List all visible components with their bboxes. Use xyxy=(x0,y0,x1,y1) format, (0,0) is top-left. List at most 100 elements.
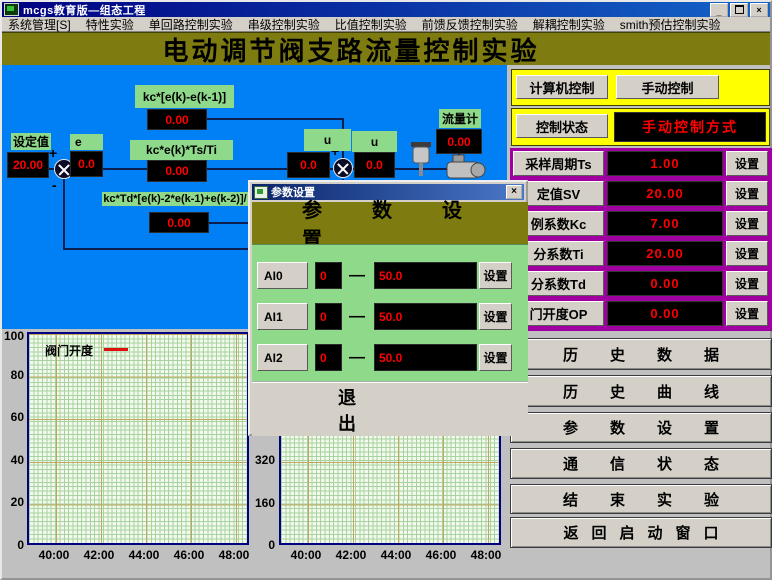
line-feedback-v xyxy=(63,179,65,249)
chart2-xtick-5: 48:00 xyxy=(466,548,506,562)
param-set-ti-button[interactable]: 设置 xyxy=(726,241,768,266)
i-term-value: 0.00 xyxy=(147,160,207,182)
ai0-low-field[interactable]: 0 xyxy=(315,262,342,289)
u1-label: u xyxy=(304,129,351,151)
close-button[interactable]: × xyxy=(750,3,768,17)
d-term-label: kc*Td*[e(k)-2*e(k-1)+e(k-2)]/ xyxy=(102,192,248,206)
chart1-ytick-20: 20 xyxy=(3,495,24,509)
u2-value: 0.0 xyxy=(354,152,395,178)
restore-icon xyxy=(735,5,744,14)
u2-label: u xyxy=(352,131,397,152)
i-term-label: kc*e(k)*Ts/Ti xyxy=(130,140,233,160)
error-label: e xyxy=(70,134,103,150)
chart1-legend-line-icon xyxy=(104,348,128,351)
param-value-ti: 20.00 xyxy=(607,241,723,266)
end-experiment-button[interactable]: 结束实验 xyxy=(510,484,772,514)
mcgs-window: mcgs教育版—组态工程 _ × 系统管理[S] 特性实验 单回路控制实验 串级… xyxy=(0,0,772,580)
menu-item-system[interactable]: 系统管理[S] xyxy=(8,16,71,33)
manual-control-button[interactable]: 手动控制 xyxy=(616,75,719,99)
param-value-ts: 1.00 xyxy=(607,151,723,176)
param-set-ts-button[interactable]: 设置 xyxy=(726,151,768,176)
comm-status-label: 通信状态 xyxy=(531,453,751,474)
ai1-set-button[interactable]: 设置 xyxy=(479,303,512,330)
chart1-ytick-0: 0 xyxy=(3,538,24,552)
ai1-range-dash: — xyxy=(346,303,368,330)
control-status-value: 手动控制方式 xyxy=(614,112,766,142)
history-data-label: 历史数据 xyxy=(531,344,751,365)
menu-item-smith[interactable]: smith预估控制实验 xyxy=(620,16,721,33)
flowmeter-value: 0.00 xyxy=(436,129,482,154)
chart2-ytick-320: 320 xyxy=(250,453,275,467)
line-feedback-h xyxy=(63,248,253,250)
dialog-exit-label: 退出 xyxy=(252,384,528,436)
page-title-banner: 电动调节阀支路流量控制实验 xyxy=(2,32,770,65)
param-set-kc-button[interactable]: 设置 xyxy=(726,211,768,236)
chart1-xtick-2: 42:00 xyxy=(79,548,119,562)
chart2-ytick-0: 0 xyxy=(250,538,275,552)
ai1-low-field[interactable]: 0 xyxy=(315,303,342,330)
ai2-low-field[interactable]: 0 xyxy=(315,344,342,371)
param-value-td: 0.00 xyxy=(607,271,723,296)
chart1-legend-label: 阀门开度 xyxy=(45,342,93,359)
history-curve-button[interactable]: 历史曲线 xyxy=(510,375,772,407)
chart2-xtick-2: 42:00 xyxy=(331,548,371,562)
setpoint-value: 20.00 xyxy=(7,152,49,178)
comm-status-button[interactable]: 通信状态 xyxy=(510,448,772,479)
valve-icon xyxy=(406,142,436,182)
d-term-value: 0.00 xyxy=(149,212,209,233)
computer-control-button[interactable]: 计算机控制 xyxy=(516,75,608,99)
end-experiment-label: 结束实验 xyxy=(531,489,751,510)
pump-icon xyxy=(446,154,486,182)
param-set-td-button[interactable]: 设置 xyxy=(726,271,768,296)
ai0-range-dash: — xyxy=(346,262,368,289)
p-term-value: 0.00 xyxy=(147,109,207,130)
param-value-op: 0.00 xyxy=(607,301,723,326)
param-setting-label: 参数设置 xyxy=(531,417,751,438)
restore-button[interactable] xyxy=(730,3,748,17)
chart2-xtick-3: 44:00 xyxy=(376,548,416,562)
return-start-window-button[interactable]: 返回启动窗口 xyxy=(510,517,772,548)
chart1-xtick-1: 40:00 xyxy=(34,548,74,562)
param-setting-button[interactable]: 参数设置 xyxy=(510,412,772,443)
history-data-button[interactable]: 历史数据 xyxy=(510,338,772,370)
ai1-high-field[interactable]: 50.0 xyxy=(374,303,477,330)
p-term-label: kc*[e(k)-e(k-1)] xyxy=(135,85,234,108)
menu-item-characteristic[interactable]: 特性实验 xyxy=(86,16,134,33)
chart1-xtick-4: 46:00 xyxy=(169,548,209,562)
mcgs-logo-icon xyxy=(4,3,19,16)
chart2-ytick-160: 160 xyxy=(250,496,275,510)
error-value: 0.0 xyxy=(70,151,103,177)
valve-opening-trend-chart xyxy=(27,332,249,545)
chart2-xtick-4: 46:00 xyxy=(421,548,461,562)
param-set-sv-button[interactable]: 设置 xyxy=(726,181,768,206)
history-curve-label: 历史曲线 xyxy=(531,381,751,402)
param-value-sv: 20.00 xyxy=(607,181,723,206)
ai0-high-field[interactable]: 50.0 xyxy=(374,262,477,289)
menu-item-decoupling[interactable]: 解耦控制实验 xyxy=(533,16,605,33)
chart1-ytick-60: 60 xyxy=(3,410,24,424)
parameter-dialog: 参数设置 × 参数设置 AI0 0 — 50.0 设置 AI1 0 — 50.0… xyxy=(248,180,528,436)
chart1-xtick-3: 44:00 xyxy=(124,548,164,562)
page-title: 电动调节阀支路流量控制实验 xyxy=(162,31,539,68)
dialog-exit-button[interactable]: 退出 xyxy=(252,381,528,436)
chart1-ytick-100: 100 xyxy=(3,329,24,343)
control-status-label: 控制状态 xyxy=(516,114,608,138)
u1-value: 0.0 xyxy=(287,152,330,178)
param-set-op-button[interactable]: 设置 xyxy=(726,301,768,326)
ai0-set-button[interactable]: 设置 xyxy=(479,262,512,289)
minimize-button[interactable]: _ xyxy=(710,3,728,17)
chart1-ytick-40: 40 xyxy=(3,453,24,467)
ai2-high-field[interactable]: 50.0 xyxy=(374,344,477,371)
ai2-range-dash: — xyxy=(346,344,368,371)
chart1-xtick-5: 48:00 xyxy=(214,548,254,562)
ai0-name-button[interactable]: AI0 xyxy=(257,262,308,289)
param-value-kc: 7.00 xyxy=(607,211,723,236)
flowmeter-label: 流量计 xyxy=(439,109,481,128)
dialog-header: 参数设置 xyxy=(252,202,528,244)
ai1-name-button[interactable]: AI1 xyxy=(257,303,308,330)
sum1-minus-sign: - xyxy=(52,180,57,190)
sum-junction2-icon xyxy=(333,158,353,178)
ai2-set-button[interactable]: 设置 xyxy=(479,344,512,371)
chart2-xtick-1: 40:00 xyxy=(286,548,326,562)
ai2-name-button[interactable]: AI2 xyxy=(257,344,308,371)
